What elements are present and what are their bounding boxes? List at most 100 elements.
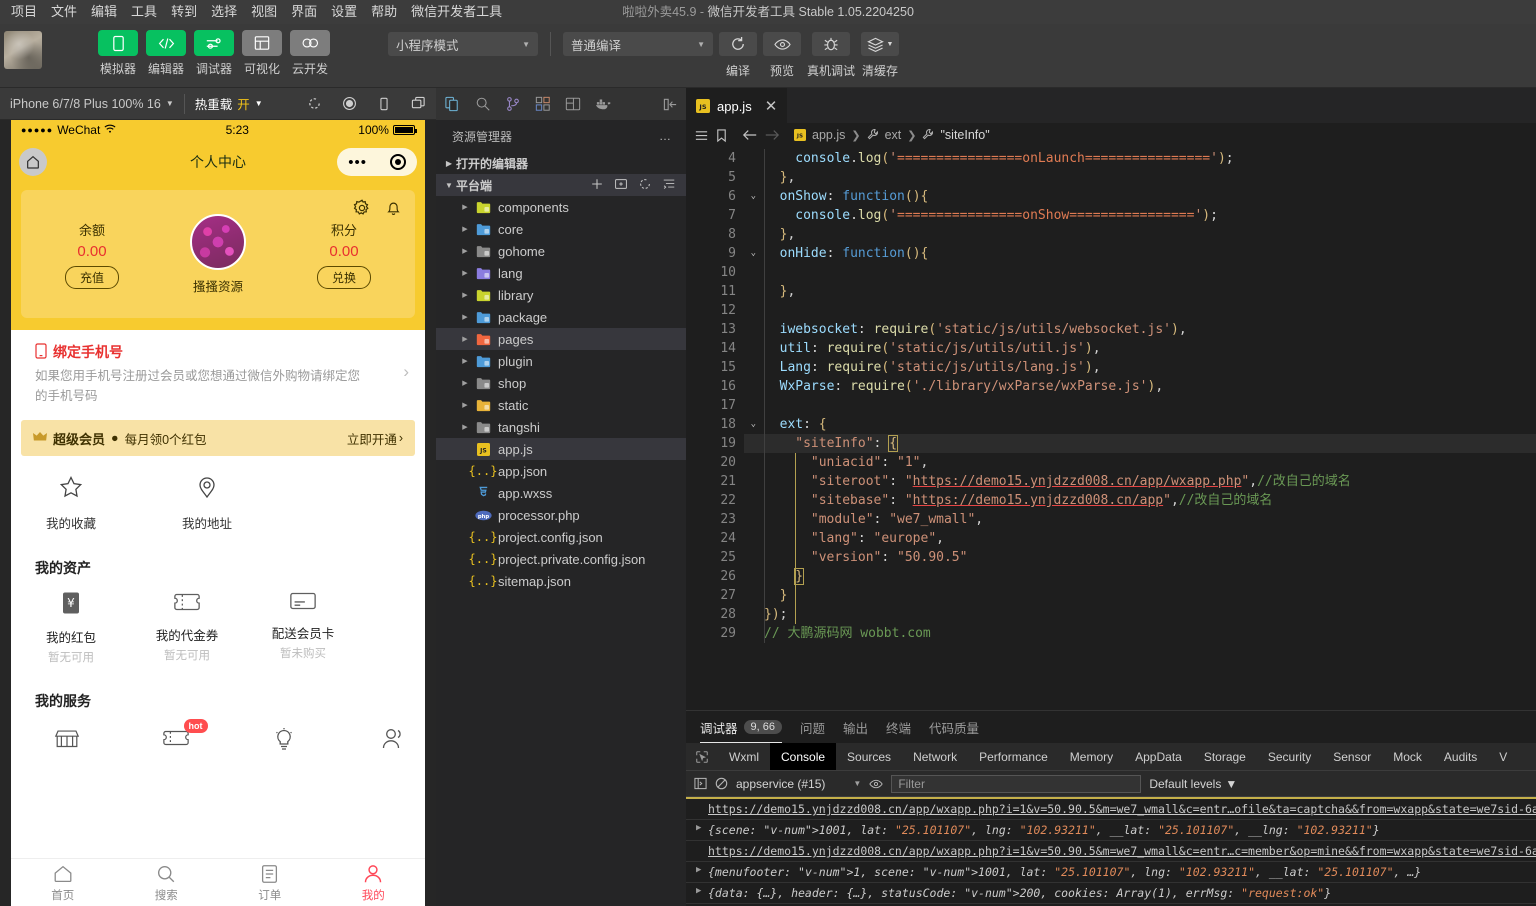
editor-tab-appjs[interactable]: JS app.js ✕ bbox=[686, 88, 787, 123]
devtools-tab-performance[interactable]: Performance bbox=[968, 743, 1059, 770]
devtools-tab-sources[interactable]: Sources bbox=[836, 743, 902, 770]
file-tree-item[interactable]: ▶library bbox=[436, 284, 686, 306]
devtools-tab-wxml[interactable]: Wxml bbox=[718, 743, 770, 770]
file-tree-item[interactable]: ▶static bbox=[436, 394, 686, 416]
search-icon[interactable] bbox=[475, 96, 491, 112]
new-folder-icon[interactable] bbox=[614, 177, 628, 194]
tab-search[interactable]: 搜索 bbox=[115, 859, 219, 906]
devtools-tab-memory[interactable]: Memory bbox=[1059, 743, 1124, 770]
mode-select[interactable]: 小程序模式 ▼ bbox=[388, 32, 538, 56]
layout-icon[interactable] bbox=[565, 96, 581, 112]
toolbar-button-3[interactable]: 可视化 bbox=[242, 30, 282, 77]
file-tree-item[interactable]: ▶tangshi bbox=[436, 416, 686, 438]
panel-tab-0[interactable]: 调试器9, 66 bbox=[700, 712, 782, 743]
console-filter-input[interactable]: Filter bbox=[891, 775, 1141, 793]
console-output[interactable]: https://demo15.ynjdzzd008.cn/app/wxapp.p… bbox=[686, 799, 1536, 906]
service-coupon[interactable]: hot bbox=[144, 727, 209, 758]
collapse-all-icon[interactable] bbox=[662, 177, 676, 194]
vip-banner[interactable]: 超级会员 ● 每月领0个红包 立即开通 › bbox=[21, 420, 415, 456]
console-row[interactable]: ▶{menufooter: "v-num">1, scene: "v-num">… bbox=[686, 862, 1536, 883]
file-tree-item[interactable]: {..}project.config.json bbox=[436, 526, 686, 548]
file-tree-item[interactable]: ▶shop bbox=[436, 372, 686, 394]
expand-arrow-icon[interactable]: ▶ bbox=[696, 823, 701, 833]
devtools-tab-audits[interactable]: Audits bbox=[1433, 743, 1488, 770]
simulator-refresh-icon[interactable] bbox=[297, 88, 332, 119]
file-tree-item[interactable]: ▶plugin bbox=[436, 350, 686, 372]
devtools-tab-appdata[interactable]: AppData bbox=[1124, 743, 1193, 770]
console-row[interactable]: ▶{scene: "v-num">1001, lat: "25.101107",… bbox=[686, 820, 1536, 841]
docker-icon[interactable] bbox=[595, 97, 612, 111]
target-icon[interactable] bbox=[390, 154, 406, 170]
panel-tab-1[interactable]: 问题 bbox=[800, 712, 825, 742]
toolbar-button-1[interactable]: 编辑器 bbox=[146, 30, 186, 77]
menu-item-0[interactable]: 项目 bbox=[4, 1, 44, 23]
toolbar-action-3[interactable]: ▼清缓存 bbox=[861, 32, 899, 79]
quick-item-favorites[interactable]: 我的收藏 bbox=[35, 474, 107, 532]
bell-icon[interactable] bbox=[384, 198, 403, 223]
tab-home[interactable]: 首页 bbox=[11, 859, 115, 906]
exchange-button[interactable]: 兑换 bbox=[317, 266, 371, 289]
breadcrumb-file[interactable]: app.js bbox=[812, 128, 845, 142]
file-tree-item[interactable]: phpprocessor.php bbox=[436, 504, 686, 526]
breadcrumb-symbol-ext[interactable]: ext bbox=[885, 128, 902, 142]
more-icon[interactable]: ••• bbox=[348, 155, 367, 170]
toolbar-button-4[interactable]: 云开发 bbox=[290, 30, 330, 77]
file-tree-item[interactable]: ▶gohome bbox=[436, 240, 686, 262]
panel-tab-3[interactable]: 终端 bbox=[886, 712, 911, 742]
bind-phone-card[interactable]: 绑定手机号 如果您用手机号注册过会员或您想通过微信外购物请绑定您的手机号码 › bbox=[21, 330, 415, 406]
files-icon[interactable] bbox=[444, 96, 461, 113]
console-link[interactable]: https://demo15.ynjdzzd008.cn/app/wxapp.p… bbox=[708, 802, 1536, 816]
devtools-tab-sensor[interactable]: Sensor bbox=[1322, 743, 1382, 770]
menu-item-6[interactable]: 视图 bbox=[244, 1, 284, 23]
new-file-icon[interactable] bbox=[590, 177, 604, 194]
file-tree-item[interactable]: JSapp.js bbox=[436, 438, 686, 460]
extensions-icon[interactable] bbox=[535, 96, 551, 112]
home-icon[interactable] bbox=[19, 148, 47, 176]
panel-tab-2[interactable]: 输出 bbox=[843, 712, 868, 742]
refresh-icon[interactable] bbox=[638, 177, 652, 194]
expand-arrow-icon[interactable]: ▶ bbox=[696, 886, 701, 896]
console-levels-select[interactable]: Default levels ▼ bbox=[1149, 777, 1237, 791]
bookmark-icon[interactable] bbox=[715, 128, 728, 143]
devtools-tab-console[interactable]: Console bbox=[770, 743, 836, 770]
file-tree-item[interactable]: ▶package bbox=[436, 306, 686, 328]
devtools-tab-storage[interactable]: Storage bbox=[1193, 743, 1257, 770]
console-row[interactable]: https://demo15.ynjdzzd008.cn/app/wxapp.p… bbox=[686, 799, 1536, 820]
service-support[interactable] bbox=[361, 727, 426, 758]
compile-select[interactable]: 普通编译 ▼ bbox=[563, 32, 713, 56]
console-context-select[interactable]: appservice (#15) ▼ bbox=[736, 777, 861, 791]
hot-reload-toggle[interactable]: 热重载 开 ▼ bbox=[185, 88, 273, 119]
file-tree-item[interactable]: {..}sitemap.json bbox=[436, 570, 686, 592]
asset-voucher[interactable]: 我的代金券 暂无可用 bbox=[151, 590, 223, 665]
menu-item-10[interactable]: 微信开发者工具 bbox=[404, 1, 509, 23]
outline-icon[interactable] bbox=[694, 128, 709, 143]
close-icon[interactable]: ✕ bbox=[765, 97, 778, 115]
source-control-icon[interactable] bbox=[505, 96, 521, 112]
explorer-more-icon[interactable]: … bbox=[659, 129, 672, 143]
menu-item-8[interactable]: 设置 bbox=[324, 1, 364, 23]
editor-scrollbar[interactable] bbox=[1522, 147, 1536, 710]
devtools-tab-network[interactable]: Network bbox=[902, 743, 968, 770]
console-row[interactable]: https://demo15.ynjdzzd008.cn/app/wxapp.p… bbox=[686, 841, 1536, 862]
toolbar-action-0[interactable]: 编译 bbox=[719, 32, 757, 79]
panel-tab-4[interactable]: 代码质量 bbox=[929, 712, 979, 742]
gear-icon[interactable] bbox=[352, 198, 372, 223]
code-editor[interactable]: 456⌄789⌄101112131415161718⌄19⌄2021222324… bbox=[686, 147, 1536, 710]
file-tree-item[interactable]: ▶lang bbox=[436, 262, 686, 284]
devtools-tab-security[interactable]: Security bbox=[1257, 743, 1322, 770]
menu-item-7[interactable]: 界面 bbox=[284, 1, 324, 23]
breadcrumb-symbol-siteinfo[interactable]: "siteInfo" bbox=[940, 128, 989, 142]
toolbar-action-1[interactable]: 预览 bbox=[763, 32, 801, 79]
asset-red-packet[interactable]: ¥ 我的红包 暂无可用 bbox=[35, 590, 107, 665]
toolbar-button-2[interactable]: 调试器 bbox=[194, 30, 234, 77]
file-tree-item[interactable]: ▶components bbox=[436, 196, 686, 218]
simulator-rotate-icon[interactable] bbox=[367, 88, 401, 119]
eye-icon[interactable] bbox=[869, 778, 883, 790]
console-row[interactable]: ▶{data: {…}, header: {…}, statusCode: "v… bbox=[686, 883, 1536, 904]
inspect-icon[interactable] bbox=[686, 743, 718, 770]
menu-item-3[interactable]: 工具 bbox=[124, 1, 164, 23]
device-select[interactable]: iPhone 6/7/8 Plus 100% 16 ▼ bbox=[0, 88, 184, 119]
expand-arrow-icon[interactable]: ▶ bbox=[696, 865, 701, 875]
section-open-editors[interactable]: ▶ 打开的编辑器 bbox=[436, 152, 686, 174]
file-tree-item[interactable]: ▶pages bbox=[436, 328, 686, 350]
